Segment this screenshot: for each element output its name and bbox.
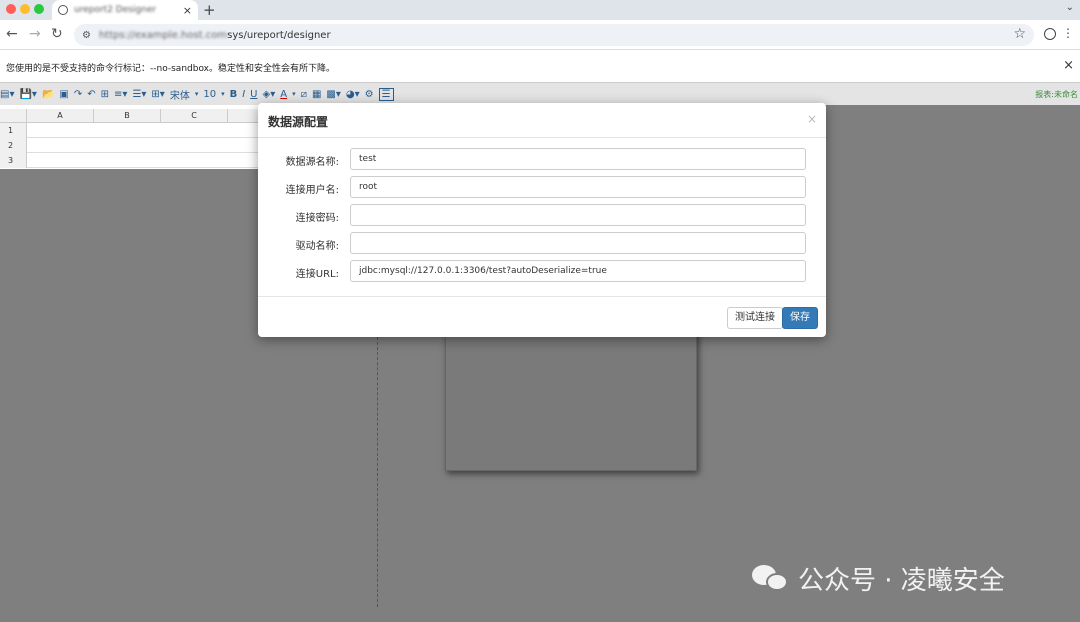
globe-icon bbox=[58, 5, 68, 15]
report-name-label: 报表:未命名 bbox=[1035, 90, 1078, 99]
datasource-config-dialog: 数据源配置 × 数据源名称: 连接用户名: 连接密码: 驱动名称: 连接URL:… bbox=[258, 103, 826, 337]
tab-close-icon[interactable]: × bbox=[183, 4, 192, 17]
infobar-close-icon[interactable]: × bbox=[1063, 58, 1074, 73]
driver-input[interactable] bbox=[350, 232, 806, 254]
username-label: 连接用户名: bbox=[285, 185, 339, 196]
jdbc-url-input[interactable] bbox=[350, 260, 806, 282]
chart-icon[interactable]: ◕▾ bbox=[346, 89, 360, 100]
profile-icon[interactable] bbox=[1044, 28, 1056, 40]
dialog-title: 数据源配置 bbox=[268, 115, 329, 129]
image-icon[interactable]: ⧄ bbox=[301, 89, 307, 100]
settings-gear-icon[interactable]: ⚙ bbox=[365, 89, 374, 100]
datasource-name-row: 数据源名称: bbox=[258, 148, 826, 170]
row-header[interactable]: 3 bbox=[0, 153, 27, 168]
save-icon[interactable]: 💾▾ bbox=[19, 89, 36, 100]
datasource-name-label: 数据源名称: bbox=[285, 157, 339, 168]
grid-corner bbox=[0, 109, 27, 123]
reload-icon[interactable]: ↻ bbox=[51, 26, 63, 42]
close-window-button[interactable] bbox=[6, 4, 16, 14]
browser-tab-bar: ureport2 Designer × + ⌄ bbox=[0, 0, 1080, 20]
table-row[interactable]: 3 bbox=[0, 153, 260, 168]
picture-icon[interactable]: ▦ bbox=[312, 89, 321, 100]
dialog-close-icon[interactable]: × bbox=[807, 112, 817, 126]
username-row: 连接用户名: bbox=[258, 176, 826, 198]
username-input[interactable] bbox=[350, 176, 806, 198]
undo-icon[interactable]: ↶ bbox=[87, 89, 95, 100]
new-tab-button[interactable]: + bbox=[203, 1, 216, 19]
font-color-button[interactable]: A bbox=[280, 89, 287, 100]
watermark-text: 公众号 · 凌曦安全 bbox=[798, 566, 1005, 596]
column-header[interactable] bbox=[228, 109, 260, 123]
font-size-select[interactable]: 10 bbox=[203, 89, 216, 100]
valign-icon[interactable]: ☰▾ bbox=[132, 89, 146, 100]
spreadsheet-grid[interactable]: A B C 1 2 3 bbox=[0, 105, 260, 169]
column-header[interactable]: A bbox=[27, 109, 94, 123]
driver-row: 驱动名称: bbox=[258, 232, 826, 254]
site-settings-icon[interactable]: ⚙ bbox=[82, 30, 91, 41]
bookmark-star-icon[interactable]: ☆ bbox=[1013, 26, 1026, 42]
password-label: 连接密码: bbox=[295, 213, 339, 224]
open-folder-icon[interactable]: 📂 bbox=[42, 89, 54, 100]
url-input[interactable]: ⚙ https://example.host.com sys/ureport/d… bbox=[74, 24, 1034, 46]
dialog-header: 数据源配置 × bbox=[258, 103, 826, 138]
tab-search-chevron-icon[interactable]: ⌄ bbox=[1066, 2, 1074, 13]
row-header[interactable]: 2 bbox=[0, 138, 27, 153]
bold-button[interactable]: B bbox=[230, 89, 238, 100]
sandbox-warning-bar: 您使用的是不受支持的命令行标记：--no-sandbox。稳定性和安全性会有所下… bbox=[0, 50, 1080, 83]
back-arrow-icon[interactable]: ← bbox=[6, 26, 18, 42]
fill-color-icon[interactable]: ◈▾ bbox=[263, 89, 276, 100]
save-button[interactable]: 保存 bbox=[782, 307, 818, 329]
url-row: 连接URL: bbox=[258, 260, 826, 282]
row-header[interactable]: 1 bbox=[0, 123, 27, 138]
new-report-icon[interactable]: ▤▾ bbox=[0, 89, 14, 100]
page-boundary-line bbox=[377, 337, 378, 607]
format-painter-icon[interactable]: ⊞ bbox=[101, 89, 109, 100]
menu-kebab-icon[interactable]: ⋮ bbox=[1062, 26, 1074, 40]
datasource-name-input[interactable] bbox=[350, 148, 806, 170]
table-row[interactable]: 1 bbox=[0, 123, 260, 138]
designer-toolbar: ▤▾ 💾▾ 📂 ▣ ↷ ↶ ⊞ ≡▾ ☰▾ ⊞▾ 宋体 ▾ 10 ▾ B I U ◈… bbox=[0, 83, 1080, 105]
address-bar-row: ← → ↻ ⚙ https://example.host.com sys/ure… bbox=[0, 20, 1080, 50]
page-preview bbox=[445, 319, 697, 471]
align-icon[interactable]: ≡▾ bbox=[114, 89, 127, 100]
datasource-icon[interactable]: ☰ bbox=[378, 87, 394, 101]
italic-button[interactable]: I bbox=[242, 89, 245, 100]
sandbox-warning-text: 您使用的是不受支持的命令行标记：--no-sandbox。稳定性和安全性会有所下… bbox=[6, 64, 336, 74]
underline-button[interactable]: U bbox=[250, 89, 257, 100]
tab-title: ureport2 Designer bbox=[74, 5, 157, 15]
dialog-footer: 测试连接 保存 bbox=[258, 296, 826, 337]
browser-tab[interactable]: ureport2 Designer × bbox=[52, 0, 198, 20]
forward-arrow-icon[interactable]: → bbox=[29, 26, 41, 42]
column-header[interactable]: C bbox=[161, 109, 228, 123]
table-row[interactable]: 2 bbox=[0, 138, 260, 153]
password-input[interactable] bbox=[350, 204, 806, 226]
barcode-icon[interactable]: ▩▾ bbox=[326, 89, 340, 100]
password-row: 连接密码: bbox=[258, 204, 826, 226]
driver-label: 驱动名称: bbox=[295, 241, 339, 252]
column-header[interactable]: B bbox=[94, 109, 161, 123]
minimize-window-button[interactable] bbox=[20, 4, 30, 14]
url-path: sys/ureport/designer bbox=[227, 29, 331, 41]
url-host: https://example.host.com bbox=[98, 29, 228, 41]
wechat-watermark: 公众号 · 凌曦安全 bbox=[752, 560, 1005, 597]
maximize-window-button[interactable] bbox=[34, 4, 44, 14]
preview-icon[interactable]: ▣ bbox=[59, 89, 68, 100]
url-label: 连接URL: bbox=[295, 269, 339, 280]
redo-icon[interactable]: ↷ bbox=[74, 89, 82, 100]
wechat-icon bbox=[752, 564, 788, 593]
font-name-select[interactable]: 宋体 bbox=[170, 87, 190, 102]
test-connection-button[interactable]: 测试连接 bbox=[727, 307, 783, 329]
border-icon[interactable]: ⊞▾ bbox=[151, 89, 164, 100]
